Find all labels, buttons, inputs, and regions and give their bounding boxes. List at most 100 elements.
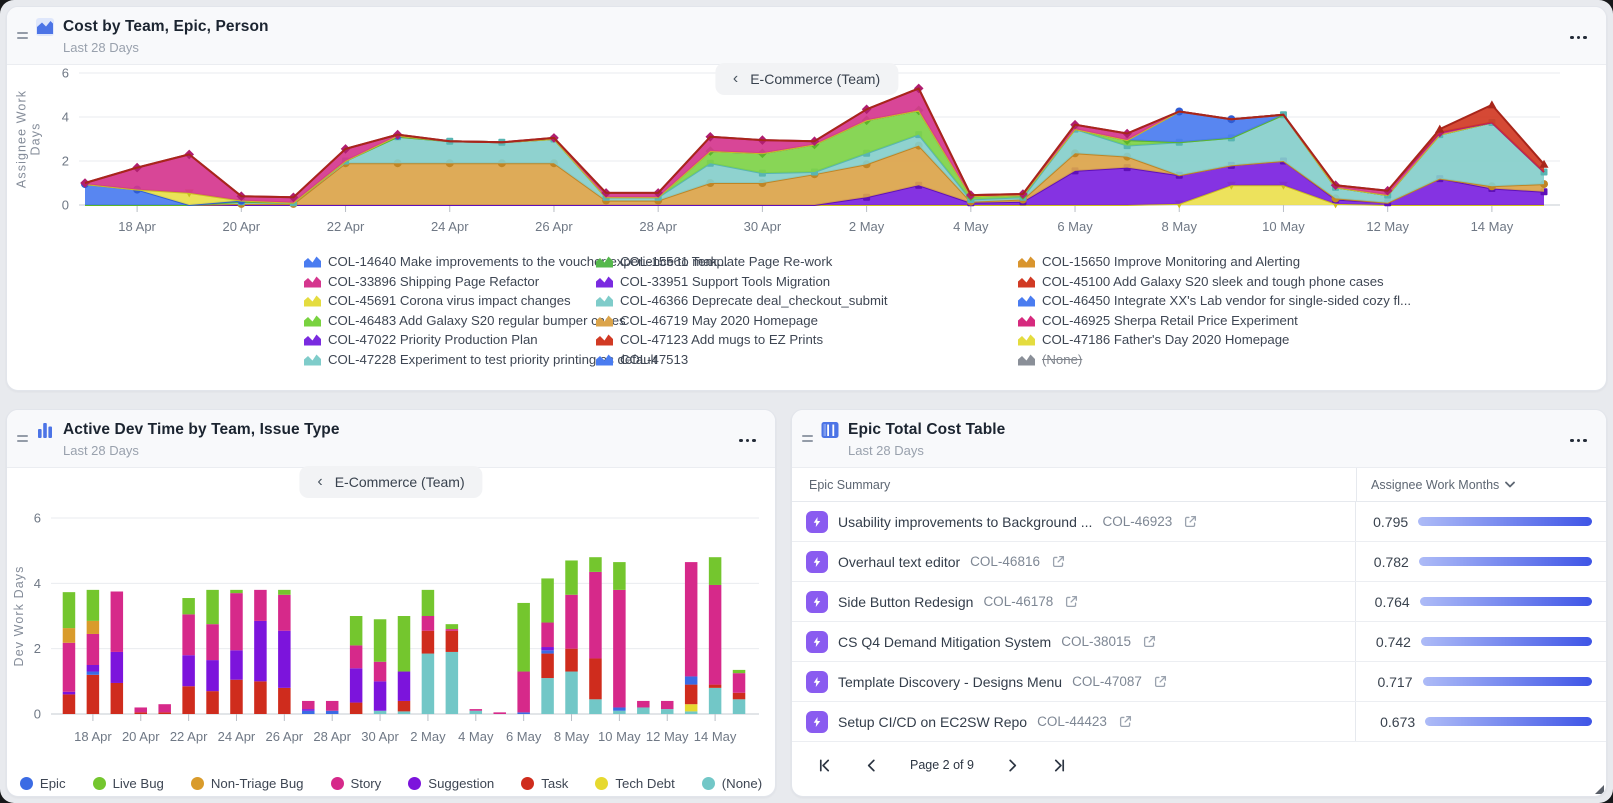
legend-item[interactable]: Suggestion bbox=[408, 774, 494, 794]
column-header-assignee-work-months[interactable]: Assignee Work Months bbox=[1356, 468, 1606, 501]
legend-item[interactable]: COL-33896 Shipping Page Refactor bbox=[304, 272, 596, 292]
legend-label: COL-47123 Add mugs to EZ Prints bbox=[620, 332, 823, 347]
table-row[interactable]: Setup CI/CD on EC2SW RepoCOL-444230.673 bbox=[792, 702, 1606, 742]
svg-text:4 May: 4 May bbox=[458, 729, 494, 744]
legend-item[interactable]: Non-Triage Bug bbox=[191, 774, 304, 794]
drag-handle-icon[interactable] bbox=[802, 432, 816, 445]
external-link[interactable] bbox=[1052, 555, 1065, 568]
legend-label: Non-Triage Bug bbox=[211, 776, 304, 791]
svg-text:2: 2 bbox=[34, 641, 41, 656]
legend-swatch-icon bbox=[1018, 353, 1035, 366]
epic-badge-icon bbox=[806, 711, 828, 733]
first-page-button[interactable] bbox=[816, 757, 833, 774]
epic-id: COL-46923 bbox=[1102, 514, 1172, 529]
legend-item[interactable]: Epic bbox=[20, 774, 66, 794]
drag-handle-icon[interactable] bbox=[17, 432, 31, 445]
legend-swatch-icon bbox=[304, 314, 321, 327]
epic-summary: Overhaul text editor bbox=[838, 554, 960, 570]
legend-item[interactable]: COL-15561 Template Page Re-work bbox=[596, 252, 1018, 272]
epic-badge-icon bbox=[806, 671, 828, 693]
svg-text:Dev Work Days: Dev Work Days bbox=[12, 566, 26, 667]
legend-item[interactable]: COL-46483 Add Galaxy S20 regular bumper … bbox=[304, 311, 596, 331]
legend-label: COL-46366 Deprecate deal_checkout_submit bbox=[620, 293, 888, 308]
legend-item[interactable]: COL-46719 May 2020 Homepage bbox=[596, 311, 1018, 331]
work-months-value: 0.673 bbox=[1356, 714, 1415, 730]
svg-text:28 Apr: 28 Apr bbox=[313, 729, 351, 744]
legend-swatch-icon bbox=[1018, 294, 1035, 307]
legend-item[interactable]: COL-46450 Integrate XX's Lab vendor for … bbox=[1018, 291, 1606, 311]
dev-time-chart-panel: Active Dev Time by Team, Issue Type Last… bbox=[6, 409, 776, 797]
breadcrumb[interactable]: ‹ E-Commerce (Team) bbox=[299, 466, 482, 498]
svg-text:4: 4 bbox=[34, 576, 41, 591]
legend-item[interactable]: COL-15650 Improve Monitoring and Alertin… bbox=[1018, 252, 1606, 272]
cost-chart-panel: Cost by Team, Epic, Person Last 28 Days … bbox=[6, 6, 1607, 391]
legend-label: COL-47186 Father's Day 2020 Homepage bbox=[1042, 332, 1289, 347]
table-row[interactable]: CS Q4 Demand Mitigation SystemCOL-380150… bbox=[792, 622, 1606, 662]
external-link[interactable] bbox=[1184, 515, 1197, 528]
legend-label: COL-47022 Priority Production Plan bbox=[328, 332, 538, 347]
legend-item[interactable]: COL-47022 Priority Production Plan bbox=[304, 330, 596, 350]
panel-subtitle: Last 28 Days bbox=[63, 40, 1567, 55]
work-months-value: 0.764 bbox=[1356, 594, 1410, 610]
legend-item[interactable]: COL-47228 Experiment to test priority pr… bbox=[304, 350, 596, 370]
svg-text:12 May: 12 May bbox=[646, 729, 689, 744]
breadcrumb-label: E-Commerce (Team) bbox=[335, 474, 465, 490]
last-page-button[interactable] bbox=[1051, 757, 1068, 774]
legend-item[interactable]: (None) bbox=[702, 774, 762, 794]
breadcrumb[interactable]: ‹ E-Commerce (Team) bbox=[715, 63, 898, 95]
legend-swatch-icon bbox=[596, 255, 613, 268]
legend-item[interactable]: Story bbox=[331, 774, 382, 794]
area-chart-icon bbox=[35, 17, 55, 37]
more-menu-button[interactable] bbox=[736, 422, 760, 453]
legend-item[interactable]: COL-33951 Support Tools Migration bbox=[596, 272, 1018, 292]
work-months-value: 0.795 bbox=[1356, 514, 1408, 530]
external-link[interactable] bbox=[1143, 635, 1156, 648]
epic-id: COL-38015 bbox=[1061, 634, 1131, 649]
legend-item[interactable]: COL-45100 Add Galaxy S20 sleek and tough… bbox=[1018, 272, 1606, 292]
epic-id: COL-44423 bbox=[1037, 714, 1107, 729]
previous-page-button[interactable] bbox=[863, 757, 880, 774]
legend-label: Epic bbox=[40, 776, 66, 791]
svg-text:6 May: 6 May bbox=[1057, 219, 1093, 234]
drag-handle-icon[interactable] bbox=[17, 29, 31, 42]
legend-item[interactable]: (None) bbox=[1018, 350, 1606, 370]
legend-dot-icon bbox=[595, 777, 608, 790]
epic-badge-icon bbox=[806, 631, 828, 653]
legend-item[interactable]: COL-47123 Add mugs to EZ Prints bbox=[596, 330, 1018, 350]
legend-item[interactable]: Live Bug bbox=[93, 774, 164, 794]
external-link[interactable] bbox=[1065, 595, 1078, 608]
svg-text:20 Apr: 20 Apr bbox=[122, 729, 160, 744]
next-page-button[interactable] bbox=[1004, 757, 1021, 774]
more-menu-button[interactable] bbox=[1567, 422, 1591, 453]
work-months-bar bbox=[1421, 637, 1592, 646]
legend-label: COL-15561 Template Page Re-work bbox=[620, 254, 832, 269]
svg-text:30 Apr: 30 Apr bbox=[744, 219, 782, 234]
legend-item[interactable]: Task bbox=[521, 774, 568, 794]
legend-label: Suggestion bbox=[428, 776, 494, 791]
breadcrumb-label: E-Commerce (Team) bbox=[750, 71, 880, 87]
legend-item[interactable]: COL-46925 Sherpa Retail Price Experiment bbox=[1018, 311, 1606, 331]
legend-item[interactable]: COL-47513 bbox=[596, 350, 1018, 370]
epic-summary: Side Button Redesign bbox=[838, 594, 973, 610]
legend-item[interactable]: COL-45691 Corona virus impact changes bbox=[304, 291, 596, 311]
table-row[interactable]: Overhaul text editorCOL-468160.782 bbox=[792, 542, 1606, 582]
external-link[interactable] bbox=[1154, 675, 1167, 688]
legend-item[interactable]: Tech Debt bbox=[595, 774, 674, 794]
resize-handle-icon[interactable] bbox=[1595, 785, 1604, 794]
legend-item[interactable]: COL-14640 Make improvements to the vouch… bbox=[304, 252, 596, 272]
work-months-bar bbox=[1420, 597, 1592, 606]
table-row[interactable]: Template Discovery - Designs MenuCOL-470… bbox=[792, 662, 1606, 702]
legend-label: COL-46925 Sherpa Retail Price Experiment bbox=[1042, 313, 1298, 328]
legend-label: COL-45100 Add Galaxy S20 sleek and tough… bbox=[1042, 274, 1384, 289]
svg-text:6 May: 6 May bbox=[506, 729, 542, 744]
table-row[interactable]: Usability improvements to Background ...… bbox=[792, 502, 1606, 542]
legend-item[interactable]: COL-46366 Deprecate deal_checkout_submit bbox=[596, 291, 1018, 311]
svg-text:14 May: 14 May bbox=[1471, 219, 1514, 234]
legend-item[interactable]: COL-47186 Father's Day 2020 Homepage bbox=[1018, 330, 1606, 350]
epic-badge-icon bbox=[806, 511, 828, 533]
dev-time-bar-chart[interactable]: 6420Dev Work Days18 Apr20 Apr22 Apr24 Ap… bbox=[7, 508, 763, 760]
table-row[interactable]: Side Button RedesignCOL-461780.764 bbox=[792, 582, 1606, 622]
svg-text:22 Apr: 22 Apr bbox=[170, 729, 208, 744]
more-menu-button[interactable] bbox=[1567, 19, 1591, 50]
external-link[interactable] bbox=[1119, 715, 1132, 728]
